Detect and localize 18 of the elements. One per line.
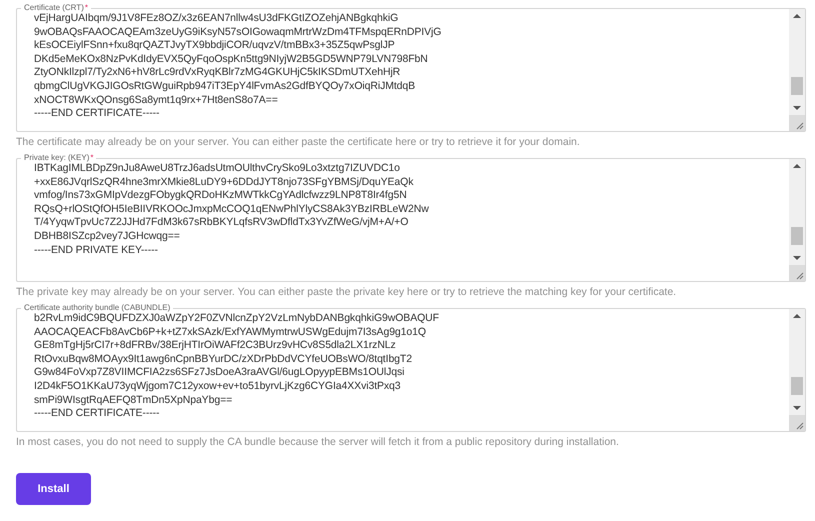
field-value: IBTKagIMLBDpZ9nJu8AweU8TrzJ6adsUtmOUlthvCrySko9Lo3xtztg7IZUVDC1o +xxE86JVqrlSzQR4hne3mrXMkie8LuDY9+6DDdJYT8njo73SFgYBMSj/DquYEaQk vmfog/Ins73xGMIpVdezgFObygkQRDoHKzMWTkkCgYAdlcfwzz9LNP8T8Ir4fg5N RQsQ+rlOStQfOH5IeBIIVRKOOcJmxpMcCOQ1qENwPhlYlyCS8Ak3YBzIRBLeW2Nw T/4YyqwTpvUc7Z2JJHd7FdM3k67sRbBKYLqfsRV3wDfldTx3YvZfWeG/vjM+A/+O DBHB8ISZcp2vey7JGHcwqg== -----END PRIVATE KEY----- [33,162,430,258]
field-label: Certificate (CRT) [24,3,84,13]
field-label: Certificate authority bundle (CABUNDLE) [24,303,170,313]
help-text: In most cases, you do not need to supply the CA bundle because the server will fetch it from a public repository during installation. [16,435,620,449]
field-label: Private key: (KEY) [24,153,90,163]
field-value: vEjHargUAIbqm/9J1V8FEz8OZ/x3z6EAN7nllw4sU3dFKGtIZOZehjANBgkqhkiG 9wOBAQsFAAOCAQEAm3zeUyG9iKsyN57sOIGowaqmMrtrWzDm4TFMspqERnDPIVjG kEsOCEiylFSnn+fxu8qrQAZTJvyTX9bbdjiCOR/uqvzV/tmBBx3+35Z5qwPsglJP DKd5eMeKOx8NzPvKdIdyEVX5QyFqoOspKn5ttg9NIyjW2B5GD5WNP79LVN798FbN ZtyONkIlzpl7/Ty2xN6+hV8rLc9rdVxRyqKBlr7zMG4GKUHjC5kIKSDmUTXehHjR qbmgClUgVKGJIGOsRtGWguiRpb947iT3EpY4lFvmAs2GdfBYQOy7xOiqRiJMtdqB xNOCT8WKxQOnsg6Sa8ymt1q9rx+7Ht8enS8o7A== -----END CERTIFICATE----- [33,12,442,122]
scroll-thumb[interactable] [791,377,803,395]
resize-grip-icon[interactable] [789,415,805,431]
required-mark: * [84,3,88,13]
scroll-thumb[interactable] [791,227,803,245]
help-text: The private key may already be on your server. You can either paste the private key here or try to retrieve the matching key for your certificate. [16,285,678,299]
field-value: b2RvLm9idC9BQUFDZXJ0aWZpY2F0ZVNlcnZpY2VzLmNybDANBgkqhkiG9wOBAQUF AAOCAQEACFb8AvCb6P+k+tZ7xkSAzk/ExfYAWMymtrwUSWgEdujm7I3sAg9g1o1Q GE8mTgHj5rCI7r+8dFRBv/38ErjHTIrOiWAFf2C3BUrz9vHCv8S5dla2LX1rzNLz RtOvxuBqw8MOAyx9It1awg6nCpnBBYurDC/zXDrPbDdVCYfeUOBsWO/8tqtIbgT2 G9w84FoVxp7Z8VIIMCFIA2zs6SFz7JsDoeA3raAVGl/6ugLOpyypEBMs1OUlJqsi I2D4kF5O1KKaU73yqWjgom7C12yxow+ev+to51byrvLjKzg6CYGIa4XXvi3tPxq3 smPi9WIsgtRqAEFQ8TmDn5XpNpaYbg== -----END CERTIFICATE----- [33,312,440,422]
scroll-thumb[interactable] [791,77,803,95]
help-text: The certificate may already be on your server. You can either paste the certificate here or try to retrieve it for your domain. [16,135,581,149]
install-button[interactable]: Install [16,473,91,505]
required-mark: * [90,153,94,163]
resize-grip-icon[interactable] [789,265,805,281]
resize-grip-icon[interactable] [789,115,805,131]
